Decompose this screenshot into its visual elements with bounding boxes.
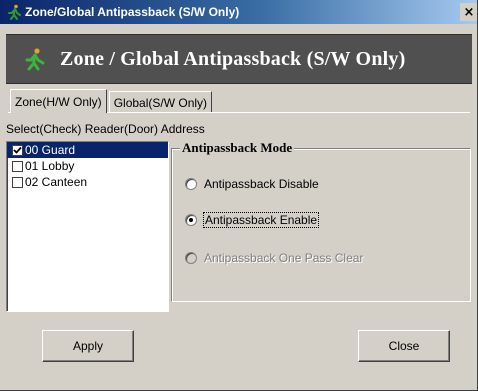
radio-label: Antipassback Enable bbox=[202, 212, 320, 228]
list-item[interactable]: 02 Canteen bbox=[7, 174, 168, 190]
checkmark-icon bbox=[13, 146, 22, 154]
running-man-icon bbox=[6, 4, 22, 20]
list-item-label: 02 Canteen bbox=[25, 175, 88, 189]
list-item[interactable]: 01 Lobby bbox=[7, 158, 168, 174]
radio-label: Antipassback Disable bbox=[204, 177, 319, 191]
close-icon: × bbox=[463, 4, 475, 20]
close-button[interactable]: Close bbox=[358, 330, 450, 362]
antipassback-mode-group: Antipassback Mode Antipassback Disable A… bbox=[171, 140, 471, 302]
checkbox-unchecked[interactable] bbox=[12, 160, 23, 172]
header-banner: Zone / Global Antipassback (S/W Only) bbox=[6, 34, 472, 84]
dialog-window: Zone/Global Antipassback (S/W Only) × Zo… bbox=[0, 0, 478, 391]
radio-button[interactable] bbox=[185, 178, 197, 190]
reader-list[interactable]: 00 Guard 01 Lobby 02 Canteen bbox=[6, 141, 169, 312]
checkbox-unchecked[interactable] bbox=[12, 176, 23, 188]
page-title: Zone / Global Antipassback (S/W Only) bbox=[60, 47, 406, 70]
reader-select-label: Select(Check) Reader(Door) Address bbox=[6, 122, 205, 136]
radio-option-one-pass-clear: Antipassback One Pass Clear Antipassback… bbox=[185, 251, 365, 266]
radio-option-enable[interactable]: Antipassback Enable bbox=[185, 212, 320, 228]
list-item[interactable]: 00 Guard bbox=[7, 142, 168, 158]
running-man-icon bbox=[22, 47, 46, 71]
radio-label-disabled: Antipassback One Pass Clear Antipassback… bbox=[204, 251, 365, 266]
radio-button-disabled bbox=[185, 252, 197, 264]
tab-zone[interactable]: Zone(H/W Only) bbox=[10, 89, 107, 113]
list-item-label: 00 Guard bbox=[25, 143, 76, 157]
checkbox-checked[interactable] bbox=[12, 144, 23, 156]
list-item-label: 01 Lobby bbox=[25, 159, 75, 173]
window-title: Zone/Global Antipassback (S/W Only) bbox=[25, 5, 240, 19]
tab-global[interactable]: Global(S/W Only) bbox=[108, 91, 213, 113]
radio-option-disable[interactable]: Antipassback Disable bbox=[185, 177, 319, 191]
tab-strip: Zone(H/W Only) Global(S/W Only) bbox=[10, 89, 213, 113]
group-legend: Antipassback Mode bbox=[180, 140, 295, 156]
close-window-button[interactable]: × bbox=[460, 3, 477, 21]
apply-button[interactable]: Apply bbox=[42, 330, 134, 362]
radio-button-selected[interactable] bbox=[185, 214, 197, 226]
title-bar[interactable]: Zone/Global Antipassback (S/W Only) × bbox=[0, 0, 477, 24]
